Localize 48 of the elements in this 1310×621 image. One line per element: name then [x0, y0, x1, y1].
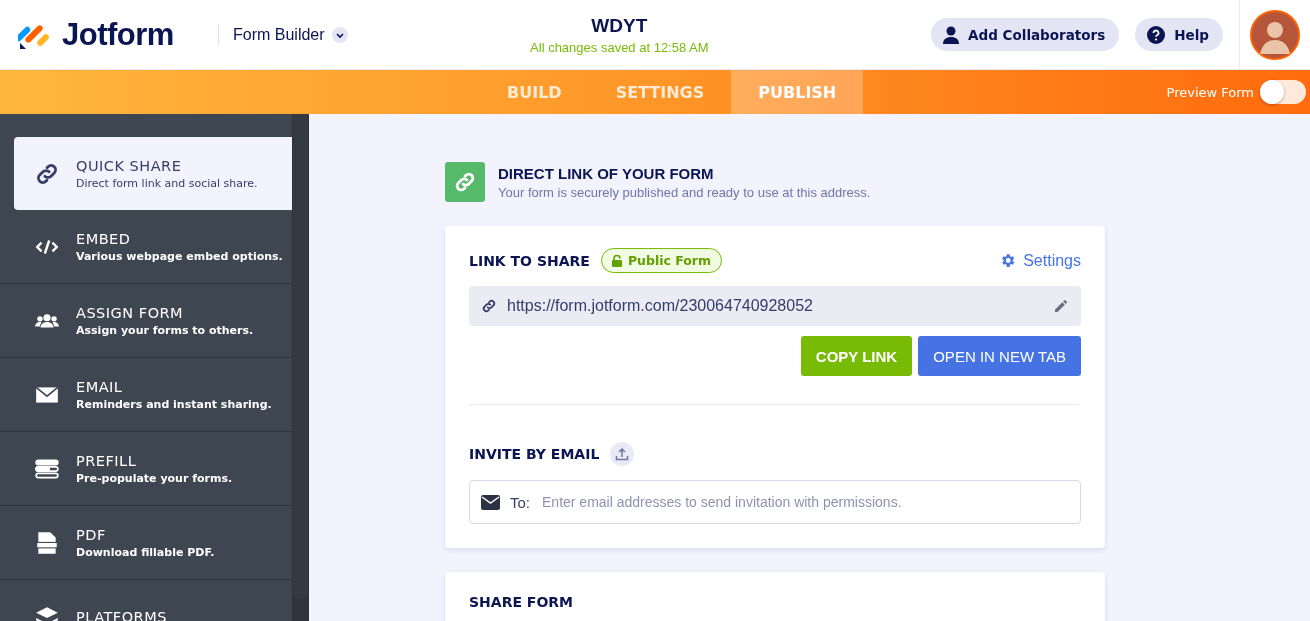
- upload-button[interactable]: [610, 442, 635, 466]
- envelope-icon: [481, 494, 500, 510]
- url-field[interactable]: https://form.jotform.com/230064740928052: [469, 286, 1081, 326]
- card-heading: LINK TO SHARE: [469, 252, 590, 269]
- card-heading: SHARE FORM: [469, 594, 575, 610]
- sidebar-item-title: PREFILL: [76, 452, 138, 469]
- sidebar-item-title: PLATFORMS: [76, 608, 167, 621]
- preview-toggle[interactable]: [1260, 80, 1306, 104]
- sidebar-item-title: QUICK SHARE: [76, 157, 183, 174]
- sidebar-item[interactable]: PDF Download fillable PDF.: [0, 506, 292, 580]
- scrollbar[interactable]: [292, 114, 309, 621]
- settings-link[interactable]: Settings: [999, 251, 1081, 270]
- sidebar-item-subtitle: Various webpage embed options.: [76, 249, 283, 263]
- sidebar-item-title: EMBED: [76, 230, 132, 247]
- form-title: WDYT: [591, 14, 648, 37]
- card-heading: INVITE BY EMAIL: [469, 446, 600, 462]
- avatar[interactable]: [1250, 9, 1300, 60]
- sidebar-item-title: EMAIL: [76, 378, 124, 395]
- sidebar-item[interactable]: PREFILL Pre-populate your forms.: [0, 432, 292, 506]
- sidebar-item-subtitle: Pre-populate your forms.: [76, 471, 233, 485]
- preview-form-label: Preview Form: [1166, 84, 1254, 100]
- app-switcher[interactable]: Form Builder: [218, 23, 348, 46]
- pdf-file-icon: [34, 529, 60, 556]
- user-icon: [943, 25, 960, 44]
- help-button[interactable]: Help: [1135, 18, 1223, 51]
- open-in-new-tab-button[interactable]: OPEN IN NEW TAB: [918, 336, 1081, 376]
- link-icon: [481, 298, 497, 314]
- settings-icon: [999, 252, 1017, 269]
- unlock-icon: [611, 254, 622, 267]
- add-collaborators-button[interactable]: Add Collaborators: [931, 18, 1120, 51]
- public-form-badge: Public Form: [600, 248, 723, 273]
- sidebar-item-subtitle: Direct form link and social share.: [76, 176, 258, 190]
- brand-name: Jotform: [62, 16, 174, 53]
- link-icon: [445, 162, 485, 202]
- sidebar-item-title: PDF: [76, 526, 107, 543]
- sidebar-item-subtitle: Download fillable PDF.: [76, 545, 215, 559]
- invite-field[interactable]: To: Enter email addresses to send invitation with permissions.: [469, 480, 1081, 524]
- upload-icon: [615, 447, 630, 461]
- help-icon: [1147, 25, 1166, 44]
- sidebar-item-title: ASSIGN FORM: [76, 304, 185, 321]
- section-title: DIRECT LINK OF YOUR FORM: [498, 164, 715, 182]
- sidebar-item-subtitle: Assign your forms to others.: [76, 323, 254, 337]
- sidebar-item-subtitle: Reminders and instant sharing.: [76, 397, 272, 411]
- pencil-icon[interactable]: [1053, 298, 1069, 314]
- sidebar-item[interactable]: QUICK SHARE Direct form link and social share.: [14, 137, 292, 210]
- section-subtitle: Your form is securely published and ready to use at this address.: [498, 184, 871, 200]
- save-status: All changes saved at 12:58 AM: [530, 39, 709, 55]
- chevron-down-icon: [331, 26, 348, 43]
